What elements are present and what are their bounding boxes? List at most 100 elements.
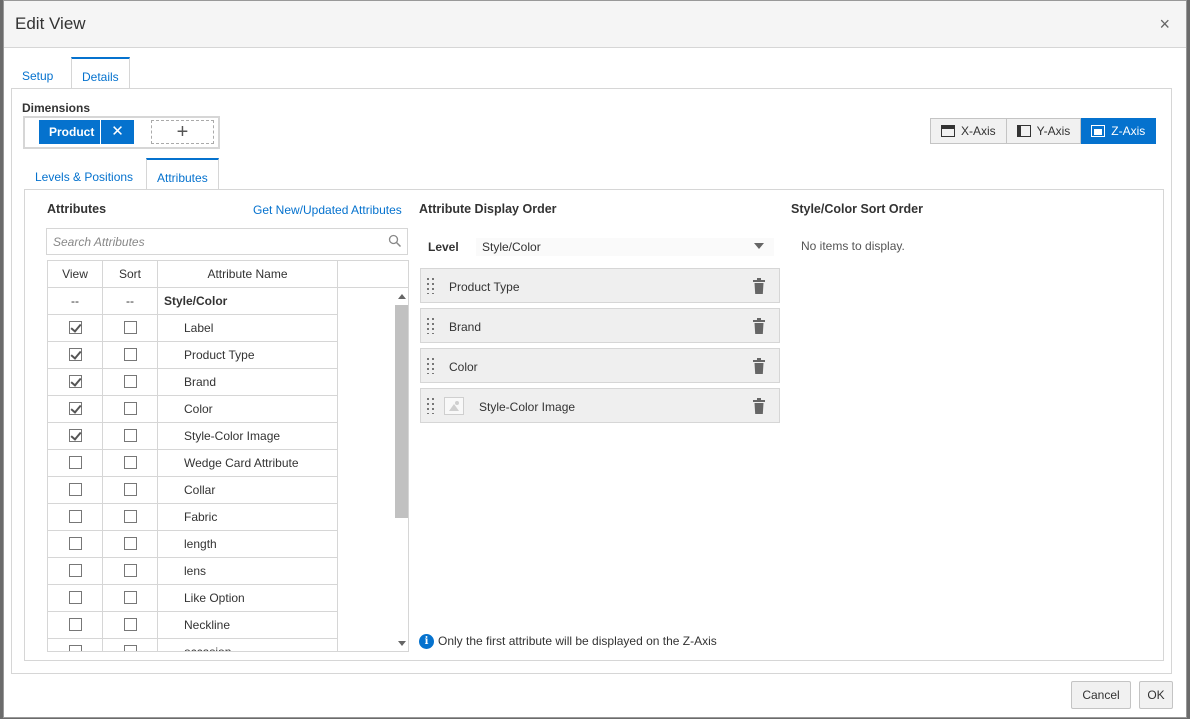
- attribute-name-cell: Style-Color Image: [158, 423, 338, 449]
- display-order-item[interactable]: Product Type: [420, 268, 780, 303]
- view-checkbox[interactable]: [68, 456, 82, 470]
- view-checkbox[interactable]: [68, 645, 82, 651]
- level-select-value: Style/Color: [482, 240, 541, 254]
- level-select[interactable]: Style/Color: [476, 238, 774, 256]
- view-checkbox[interactable]: [68, 348, 82, 362]
- remove-dimension-icon[interactable]: ✕: [100, 120, 134, 144]
- drag-handle-icon[interactable]: [427, 318, 435, 334]
- tab-levels-positions[interactable]: Levels & Positions: [25, 158, 143, 190]
- scroll-up-icon[interactable]: [398, 294, 406, 299]
- dimensions-label: Dimensions: [22, 101, 91, 115]
- trash-icon[interactable]: [753, 278, 765, 294]
- view-cell: [48, 477, 103, 503]
- x-axis-button[interactable]: X-Axis: [930, 118, 1007, 144]
- tab-attributes[interactable]: Attributes: [146, 158, 219, 190]
- display-order-item-label: Brand: [449, 320, 482, 334]
- sort-checkbox[interactable]: [123, 618, 137, 632]
- table-scrollbar[interactable]: [395, 288, 408, 651]
- sort-checkbox[interactable]: [123, 429, 137, 443]
- column-header-view[interactable]: View: [48, 261, 103, 287]
- sort-checkbox[interactable]: [123, 375, 137, 389]
- table-row: occasion: [48, 639, 338, 651]
- column-header-sort[interactable]: Sort: [103, 261, 158, 287]
- view-checkbox[interactable]: [68, 618, 82, 632]
- sort-checkbox[interactable]: [123, 591, 137, 605]
- scrollbar-thumb[interactable]: [395, 305, 408, 518]
- sort-checkbox[interactable]: [123, 564, 137, 578]
- view-checkbox[interactable]: [68, 591, 82, 605]
- scroll-down-icon[interactable]: [398, 641, 406, 646]
- table-row: Label: [48, 315, 338, 342]
- table-body: -- -- Style/Color Label Product Type Brand…: [48, 288, 338, 651]
- table-row: Collar: [48, 477, 338, 504]
- view-checkbox[interactable]: [68, 510, 82, 524]
- table-row: length: [48, 531, 338, 558]
- ok-button[interactable]: OK: [1139, 681, 1173, 709]
- sort-cell: [103, 531, 158, 557]
- get-new-attributes-link[interactable]: Get New/Updated Attributes: [253, 203, 402, 217]
- sort-checkbox[interactable]: [123, 348, 137, 362]
- view-checkbox[interactable]: [68, 429, 82, 443]
- x-axis-icon: [941, 125, 955, 137]
- attribute-name-cell: Color: [158, 396, 338, 422]
- attribute-name-cell: length: [158, 531, 338, 557]
- column-header-attribute-name[interactable]: Attribute Name: [158, 261, 338, 287]
- sort-checkbox[interactable]: [123, 483, 137, 497]
- attribute-name-cell: Wedge Card Attribute: [158, 450, 338, 476]
- y-axis-button[interactable]: Y-Axis: [1006, 118, 1082, 144]
- y-axis-icon: [1016, 125, 1031, 137]
- attributes-title: Attributes: [47, 202, 107, 216]
- drag-handle-icon[interactable]: [427, 358, 435, 374]
- trash-icon[interactable]: [753, 358, 765, 374]
- display-order-item[interactable]: Style-Color Image: [420, 388, 780, 423]
- group-sort-cell: --: [103, 288, 158, 314]
- view-checkbox[interactable]: [68, 321, 82, 335]
- view-cell: [48, 396, 103, 422]
- display-order-item[interactable]: Color: [420, 348, 780, 383]
- sort-cell: [103, 477, 158, 503]
- attribute-name-cell: Neckline: [158, 612, 338, 638]
- dimension-chip-product[interactable]: Product ✕: [39, 120, 134, 144]
- attributes-table: View Sort Attribute Name -- -- Style/Col…: [47, 260, 409, 652]
- view-checkbox[interactable]: [68, 537, 82, 551]
- drag-handle-icon[interactable]: [427, 398, 435, 414]
- view-checkbox[interactable]: [68, 402, 82, 416]
- display-order-item[interactable]: Brand: [420, 308, 780, 343]
- display-order-item-label: Product Type: [449, 280, 520, 294]
- view-cell: [48, 531, 103, 557]
- tab-details[interactable]: Details: [71, 57, 130, 89]
- add-dimension-button[interactable]: +: [151, 120, 214, 144]
- view-checkbox[interactable]: [68, 564, 82, 578]
- view-cell: [48, 423, 103, 449]
- sort-checkbox[interactable]: [123, 321, 137, 335]
- sort-cell: [103, 504, 158, 530]
- sort-checkbox[interactable]: [123, 510, 137, 524]
- close-icon[interactable]: ×: [1159, 14, 1170, 34]
- z-axis-button[interactable]: Z-Axis: [1081, 118, 1157, 144]
- view-checkbox[interactable]: [68, 375, 82, 389]
- drag-handle-icon[interactable]: [427, 278, 435, 294]
- table-group-row: -- -- Style/Color: [48, 288, 338, 315]
- trash-icon[interactable]: [753, 398, 765, 414]
- z-axis-icon: [1091, 125, 1106, 137]
- sort-checkbox[interactable]: [123, 537, 137, 551]
- table-row: Brand: [48, 369, 338, 396]
- dialog-header: Edit View ×: [4, 1, 1186, 48]
- search-input[interactable]: [47, 229, 367, 254]
- sort-order-title: Style/Color Sort Order: [791, 202, 923, 216]
- table-row: Product Type: [48, 342, 338, 369]
- display-order-title: Attribute Display Order: [419, 202, 557, 216]
- trash-icon[interactable]: [753, 318, 765, 334]
- table-row: Color: [48, 396, 338, 423]
- tab-setup[interactable]: Setup: [12, 57, 63, 89]
- sort-checkbox[interactable]: [123, 645, 137, 651]
- search-icon[interactable]: [388, 234, 402, 248]
- view-checkbox[interactable]: [68, 483, 82, 497]
- sort-cell: [103, 423, 158, 449]
- sort-checkbox[interactable]: [123, 402, 137, 416]
- attribute-name-cell: Fabric: [158, 504, 338, 530]
- attribute-name-cell: Collar: [158, 477, 338, 503]
- cancel-button[interactable]: Cancel: [1071, 681, 1131, 709]
- sort-checkbox[interactable]: [123, 456, 137, 470]
- group-view-cell: --: [48, 288, 103, 314]
